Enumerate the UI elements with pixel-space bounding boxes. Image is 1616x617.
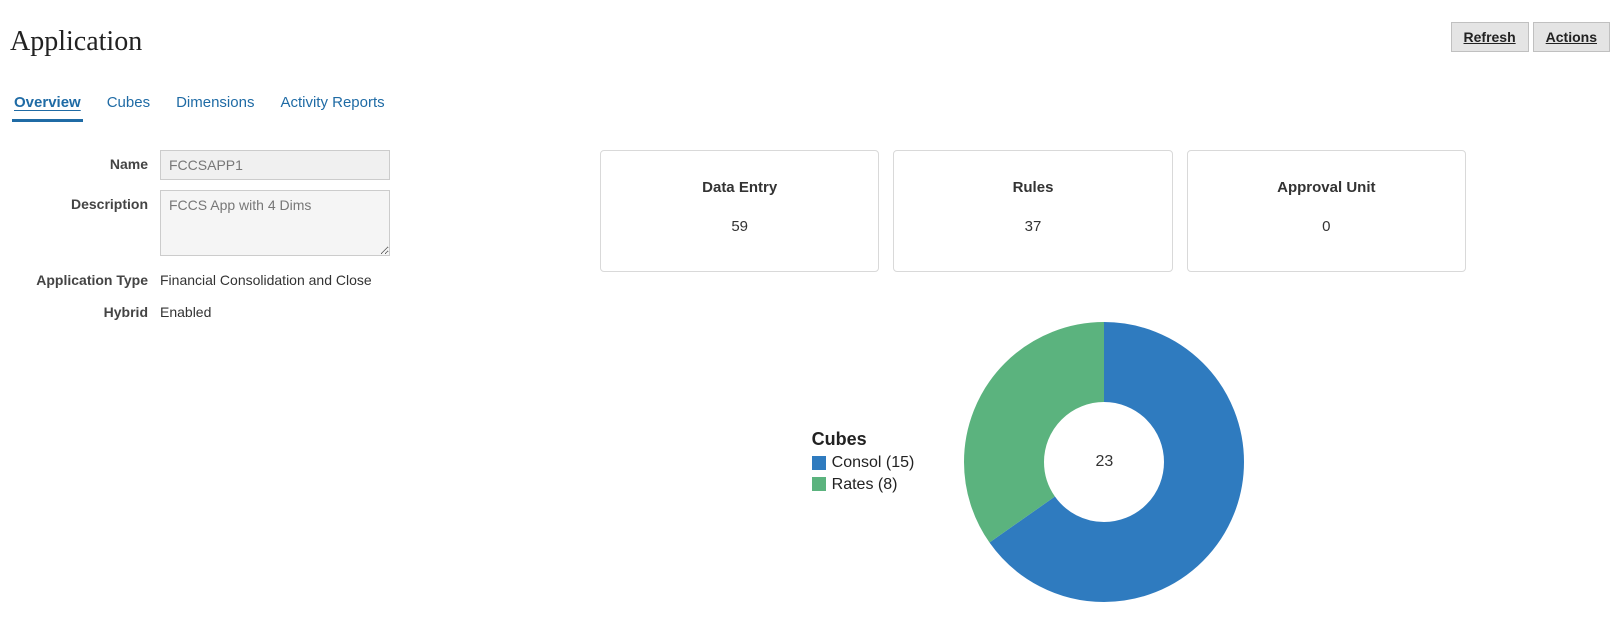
name-field[interactable] [160, 150, 390, 180]
hybrid-value: Enabled [160, 298, 211, 320]
cubes-donut-chart: 23 [954, 312, 1254, 612]
stat-value: 0 [1198, 218, 1455, 235]
tab-bar: Overview Cubes Dimensions Activity Repor… [0, 58, 1616, 122]
application-details: Name Description FCCS App with 4 Dims Ap… [0, 150, 600, 612]
legend-swatch [812, 477, 826, 491]
legend-item-rates: Rates (8) [812, 474, 915, 496]
hybrid-label: Hybrid [0, 298, 160, 320]
tab-activity-reports[interactable]: Activity Reports [278, 88, 386, 122]
stat-title: Approval Unit [1198, 179, 1455, 196]
tab-cubes[interactable]: Cubes [105, 88, 152, 122]
stat-card-rules[interactable]: Rules 37 [893, 150, 1172, 272]
legend-swatch [812, 456, 826, 470]
stat-value: 59 [611, 218, 868, 235]
application-type-value: Financial Consolidation and Close [160, 266, 372, 288]
legend-item-consol: Consol (15) [812, 452, 915, 474]
stat-title: Rules [904, 179, 1161, 196]
chart-title: Cubes [812, 429, 915, 450]
legend-label: Consol (15) [832, 452, 915, 474]
stat-title: Data Entry [611, 179, 868, 196]
application-type-label: Application Type [0, 266, 160, 288]
stat-card-approval-unit[interactable]: Approval Unit 0 [1187, 150, 1466, 272]
legend-label: Rates (8) [832, 474, 898, 496]
actions-button[interactable]: Actions [1533, 22, 1610, 52]
tab-dimensions[interactable]: Dimensions [174, 88, 256, 122]
stat-card-data-entry[interactable]: Data Entry 59 [600, 150, 879, 272]
description-label: Description [0, 190, 160, 212]
tab-overview[interactable]: Overview [12, 88, 83, 122]
stat-cards: Data Entry 59 Rules 37 Approval Unit 0 [600, 150, 1466, 272]
stat-value: 37 [904, 218, 1161, 235]
refresh-button[interactable]: Refresh [1451, 22, 1529, 52]
page-title: Application [10, 8, 142, 58]
name-label: Name [0, 150, 160, 172]
description-field[interactable]: FCCS App with 4 Dims [160, 190, 390, 256]
action-buttons: Refresh Actions [1451, 8, 1610, 52]
chart-legend: Cubes Consol (15) Rates (8) [812, 429, 915, 495]
